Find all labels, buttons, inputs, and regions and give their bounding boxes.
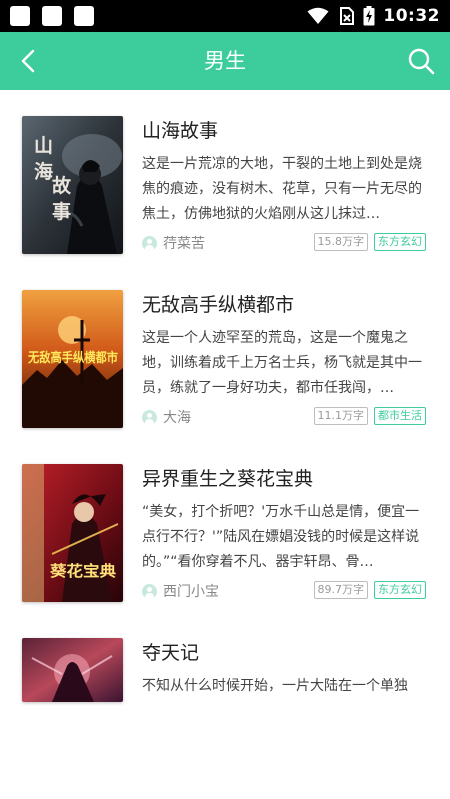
book-cover[interactable]: 无敌高手纵横都市 xyxy=(22,290,123,428)
word-count-badge: 11.1万字 xyxy=(313,407,368,425)
notification-icon xyxy=(10,6,30,26)
book-description: 这是一个人迹罕至的荒岛，这是一个魔鬼之地，训练着成千上万名士兵，杨飞就是其中一员… xyxy=(142,330,422,396)
word-count-badge: 89.7万字 xyxy=(313,581,368,599)
notification-icon xyxy=(74,6,94,26)
book-item[interactable]: 葵花宝典 异界重生之葵花宝典 “美女，打个折吧？'万水千山总是情，便宜一点行不行… xyxy=(0,438,450,602)
book-tags: 15.8万字 东方玄幻 xyxy=(313,233,426,251)
book-author: 西门小宝 xyxy=(142,581,219,601)
genre-badge: 都市生活 xyxy=(374,407,426,425)
book-title[interactable]: 异界重生之葵花宝典 xyxy=(142,464,313,491)
battery-charging-icon xyxy=(363,6,375,26)
book-cover[interactable]: 葵花宝典 xyxy=(22,464,123,602)
word-count-badge: 15.8万字 xyxy=(313,233,368,251)
book-title[interactable]: 山海故事 xyxy=(142,116,218,143)
notification-icon xyxy=(42,6,62,26)
cover-text: 无敌高手纵横都市 xyxy=(27,350,118,366)
book-cover[interactable] xyxy=(22,638,123,702)
book-tags: 11.1万字 都市生活 xyxy=(313,407,426,425)
no-sim-icon xyxy=(340,7,355,25)
book-description: “美女，打个折吧？'万水千山总是情，便宜一点行不行？'”陆风在嫖娼没钱的时候是这… xyxy=(142,504,420,570)
search-icon[interactable] xyxy=(406,46,436,76)
book-item[interactable]: 夺天记 不知从什么时候开始，一片大陆在一个单独 xyxy=(0,612,450,762)
author-avatar-icon xyxy=(142,409,157,425)
book-title[interactable]: 夺天记 xyxy=(142,638,199,665)
author-avatar-icon xyxy=(142,235,157,251)
book-description: 不知从什么时候开始，一片大陆在一个单独 xyxy=(142,678,408,694)
clock: 10:32 xyxy=(383,6,440,26)
book-cover[interactable]: 山海故事 xyxy=(22,116,123,254)
page-title: 男生 xyxy=(204,49,246,73)
book-item[interactable]: 无敌高手纵横都市 无敌高手纵横都市 这是一个人迹罕至的荒岛，这是一个魔鬼之地，训… xyxy=(0,264,450,428)
genre-badge: 东方玄幻 xyxy=(374,581,426,599)
book-tags: 89.7万字 东方玄幻 xyxy=(313,581,426,599)
book-title[interactable]: 无敌高手纵横都市 xyxy=(142,290,294,317)
book-author: 荇菜苦 xyxy=(142,233,205,253)
author-avatar-icon xyxy=(142,583,157,599)
author-name: 西门小宝 xyxy=(163,584,219,600)
genre-badge: 东方玄幻 xyxy=(374,233,426,251)
status-bar: 10:32 xyxy=(0,0,450,32)
book-description: 这是一片荒凉的大地，干裂的土地上到处是烧焦的痕迹，没有树木、花草，只有一片无尽的… xyxy=(142,156,422,222)
wifi-icon xyxy=(307,7,329,24)
book-item[interactable]: 山海故事 山海故事 这是一片荒凉的大地，干裂的土地上到处是烧焦的痕迹，没有树木、… xyxy=(0,90,450,254)
cover-text: 葵花宝典 xyxy=(50,562,116,580)
author-name: 荇菜苦 xyxy=(163,236,205,252)
header: 男生 xyxy=(0,32,450,90)
book-author: 大海 xyxy=(142,407,191,427)
author-name: 大海 xyxy=(163,410,191,426)
